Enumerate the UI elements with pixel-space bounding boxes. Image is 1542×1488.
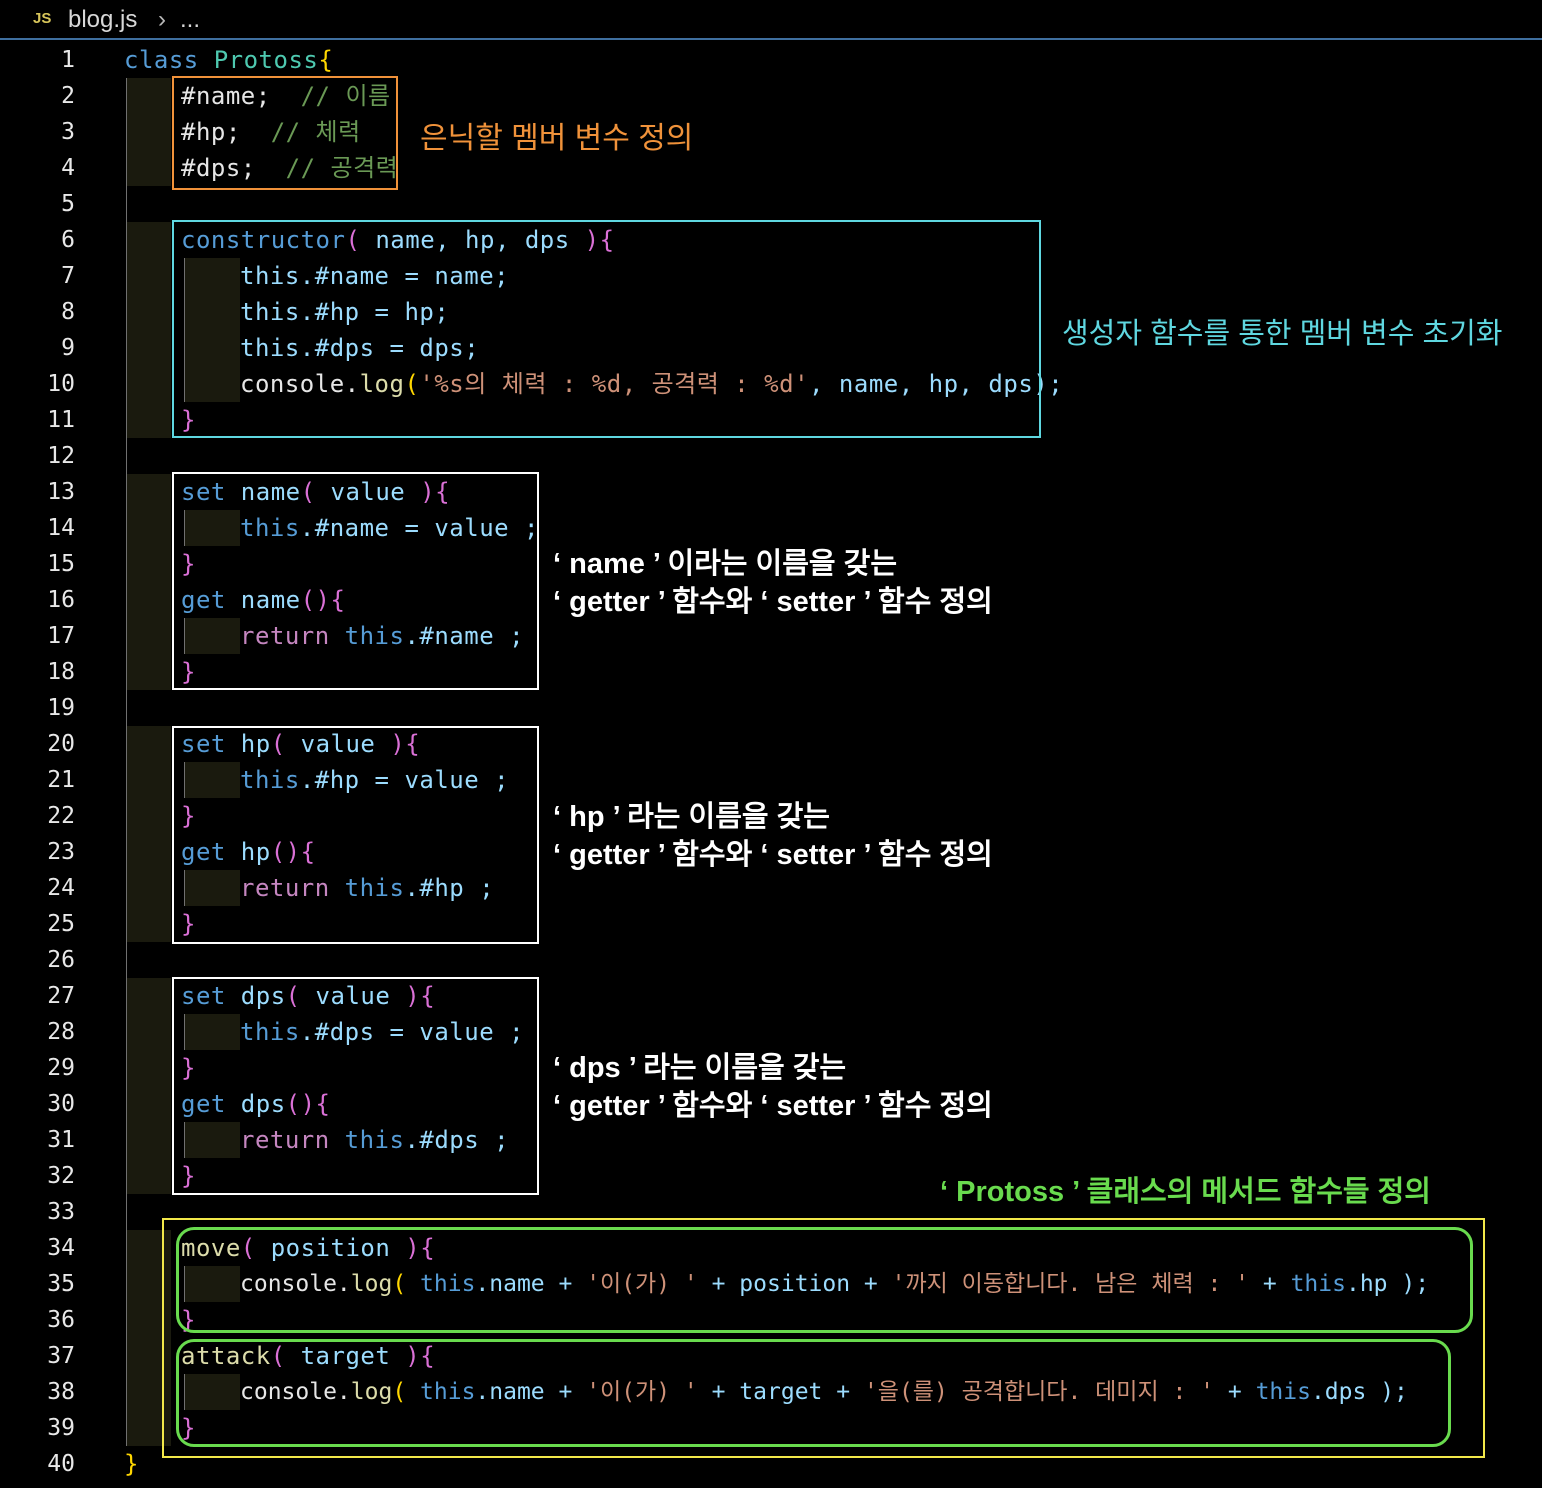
line-number[interactable]: 13	[0, 474, 75, 510]
dps-accessor-highlight-box	[172, 977, 539, 1195]
line-number[interactable]: 35	[0, 1266, 75, 1302]
line-number[interactable]: 8	[0, 294, 75, 330]
annotation-hp-line-1: ‘ hp ’ 라는 이름을 갖는	[553, 801, 830, 833]
line-number[interactable]: 29	[0, 1050, 75, 1086]
private-fields-highlight-box	[172, 76, 398, 190]
line-number[interactable]: 39	[0, 1410, 75, 1446]
editor-tab-breadcrumb: JS blog.js › ...	[0, 0, 1542, 40]
line-number[interactable]: 33	[0, 1194, 75, 1230]
indent-guide-class	[126, 978, 171, 1194]
line-number[interactable]: 21	[0, 762, 75, 798]
line-number[interactable]: 32	[0, 1158, 75, 1194]
line-number[interactable]: 30	[0, 1086, 75, 1122]
line-number[interactable]: 1	[0, 42, 75, 78]
annotation-methods: ‘ Protoss ’ 클래스의 메서드 함수들 정의	[940, 1176, 1431, 1208]
code-line-1[interactable]: class Protoss{	[124, 42, 333, 78]
line-number[interactable]: 19	[0, 690, 75, 726]
indent-guide-class	[126, 78, 171, 186]
annotation-constructor: 생성자 함수를 통한 멤버 변수 초기화	[1062, 318, 1503, 350]
line-number[interactable]: 16	[0, 582, 75, 618]
line-number[interactable]: 11	[0, 402, 75, 438]
line-number[interactable]: 25	[0, 906, 75, 942]
indent-guide-class	[126, 222, 171, 438]
line-number[interactable]: 27	[0, 978, 75, 1014]
line-number[interactable]: 10	[0, 366, 75, 402]
line-number[interactable]: 17	[0, 618, 75, 654]
move-method-highlight-box	[176, 1227, 1473, 1333]
indent-guide-class	[126, 474, 171, 690]
line-number[interactable]: 4	[0, 150, 75, 186]
line-number[interactable]: 2	[0, 78, 75, 114]
constructor-highlight-box	[172, 220, 1041, 438]
line-number[interactable]: 12	[0, 438, 75, 474]
breadcrumb-more[interactable]: ...	[180, 6, 200, 34]
annotation-dps-line-1: ‘ dps ’ 라는 이름을 갖는	[553, 1052, 847, 1084]
line-number[interactable]: 14	[0, 510, 75, 546]
line-number[interactable]: 24	[0, 870, 75, 906]
annotation-private-fields: 은닉할 멤버 변수 정의	[420, 122, 694, 155]
line-number[interactable]: 36	[0, 1302, 75, 1338]
breadcrumb-filename[interactable]: blog.js	[68, 6, 137, 34]
line-number[interactable]: 40	[0, 1446, 75, 1482]
attack-method-highlight-box	[176, 1339, 1451, 1447]
annotation-name-line-2: ‘ getter ’ 함수와 ‘ setter ’ 함수 정의	[553, 586, 993, 618]
line-number[interactable]: 22	[0, 798, 75, 834]
line-number[interactable]: 20	[0, 726, 75, 762]
line-number[interactable]: 38	[0, 1374, 75, 1410]
line-number[interactable]: 7	[0, 258, 75, 294]
line-number[interactable]: 18	[0, 654, 75, 690]
javascript-file-icon: JS	[33, 10, 52, 27]
code-line-40[interactable]: }	[124, 1446, 139, 1482]
line-number[interactable]: 37	[0, 1338, 75, 1374]
line-number[interactable]: 26	[0, 942, 75, 978]
line-number[interactable]: 31	[0, 1122, 75, 1158]
line-number[interactable]: 15	[0, 546, 75, 582]
annotation-dps-line-2: ‘ getter ’ 함수와 ‘ setter ’ 함수 정의	[553, 1090, 993, 1122]
annotation-name-line-1: ‘ name ’ 이라는 이름을 갖는	[553, 548, 897, 580]
chevron-right-icon: ›	[158, 6, 166, 33]
line-number[interactable]: 3	[0, 114, 75, 150]
line-number[interactable]: 28	[0, 1014, 75, 1050]
indent-guide-class	[126, 726, 171, 942]
line-number[interactable]: 23	[0, 834, 75, 870]
line-number[interactable]: 5	[0, 186, 75, 222]
indent-guide-line	[126, 78, 127, 1446]
annotation-hp-line-2: ‘ getter ’ 함수와 ‘ setter ’ 함수 정의	[553, 839, 993, 871]
line-number[interactable]: 6	[0, 222, 75, 258]
line-number[interactable]: 34	[0, 1230, 75, 1266]
line-number[interactable]: 9	[0, 330, 75, 366]
hp-accessor-highlight-box	[172, 726, 539, 944]
name-accessor-highlight-box	[172, 472, 539, 690]
